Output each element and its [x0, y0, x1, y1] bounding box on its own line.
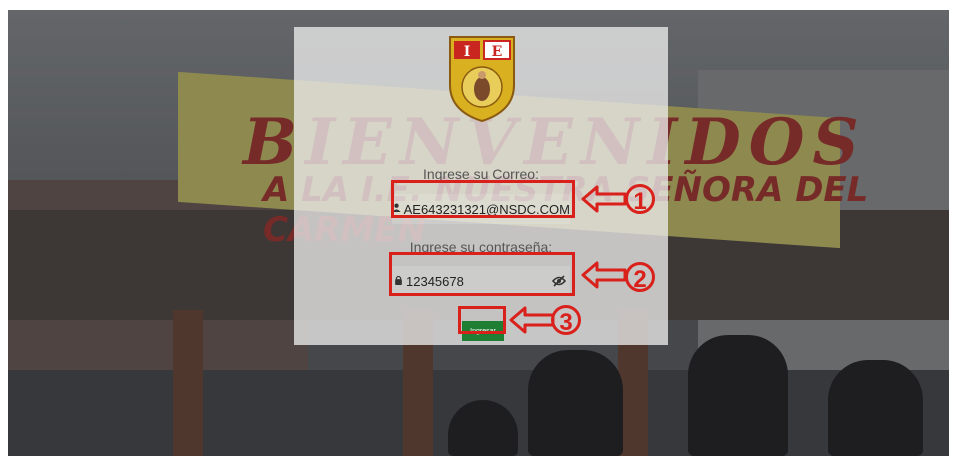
email-highlight-box [391, 180, 575, 218]
crest-letter-e: E [492, 44, 503, 60]
school-crest-logo: I E [449, 36, 515, 123]
crest-letter-i: I [464, 44, 471, 60]
password-highlight-box [389, 252, 575, 296]
left-arrow-icon [581, 185, 627, 213]
background-photo: BIENVENIDOS A LA I.E. NUESTRA SEÑORA DEL… [8, 10, 949, 456]
button-highlight-box [458, 306, 506, 334]
left-arrow-icon [581, 261, 627, 289]
left-arrow-icon [509, 306, 555, 334]
step-1-marker: 1 [625, 184, 655, 215]
step-3-marker: 3 [551, 305, 581, 336]
step-2-marker: 2 [625, 262, 655, 293]
